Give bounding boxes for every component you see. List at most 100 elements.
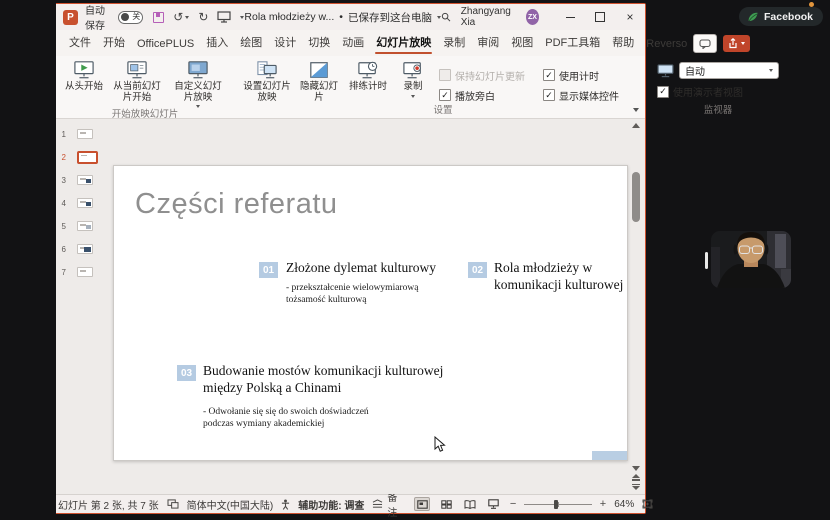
zoom-level[interactable]: 64% (614, 499, 634, 510)
tab-record[interactable]: 录制 (437, 34, 471, 56)
slideshow-view-button[interactable] (486, 497, 502, 511)
item-number-02[interactable]: 02 (468, 262, 487, 278)
minimize-button[interactable] (555, 4, 585, 30)
maximize-icon (595, 12, 605, 22)
autosave-control[interactable]: 自动保存 关 (85, 2, 143, 32)
accessibility-status[interactable]: 辅助功能: 调查 (298, 497, 364, 512)
custom-slideshow-button[interactable]: 自定义幻灯片放映 (167, 59, 229, 109)
monitor-dropdown[interactable]: 自动 (679, 62, 779, 79)
next-slide-button[interactable] (632, 484, 640, 491)
tab-home[interactable]: 开始 (97, 34, 131, 56)
language-indicator[interactable]: 简体中文(中国大陆) (187, 497, 274, 512)
checkbox-presenter-view[interactable]: 使用演示者视图 (657, 84, 779, 99)
search-icon[interactable] (441, 11, 451, 23)
redo-icon[interactable]: ↻ (198, 11, 208, 23)
tab-pdf-tools[interactable]: PDF工具箱 (539, 34, 606, 56)
autosave-toggle[interactable]: 关 (118, 11, 143, 24)
thumbnail-preview[interactable] (77, 151, 98, 164)
item-heading-03[interactable]: Budowanie mostów komunikacji kulturowej … (203, 363, 453, 396)
scrollbar-thumb[interactable] (632, 172, 640, 222)
item-heading-01[interactable]: Złożone dylemat kulturowy (286, 260, 456, 277)
thumbnail-preview[interactable] (77, 198, 93, 208)
rehearse-timings-button[interactable]: 排练计时 (343, 59, 393, 94)
slide-canvas[interactable]: Części referatu 01 Złożone dylemat kultu… (113, 165, 628, 461)
tab-officeplus[interactable]: OfficePLUS (131, 38, 200, 56)
window-controls: × (555, 4, 645, 30)
checkbox-icon (439, 89, 451, 101)
document-title: Rola młodzieży w... (244, 11, 334, 23)
checkbox-show-media-controls[interactable]: 显示媒体控件 (543, 88, 647, 103)
item-subtext-03[interactable]: - Odwołanie się się do swoich doświadcze… (203, 407, 393, 430)
normal-view-button[interactable] (414, 497, 430, 511)
tab-view[interactable]: 视图 (505, 34, 539, 56)
tab-reverso[interactable]: Reverso (640, 38, 693, 56)
custom-slideshow-dropdown-icon (196, 105, 200, 108)
slideshow-qat-icon[interactable] (217, 11, 231, 23)
item-number-03[interactable]: 03 (177, 365, 196, 381)
setup-slideshow-button[interactable]: 设置幻灯片放映 (239, 59, 295, 104)
thumbnail-preview[interactable] (77, 221, 93, 231)
comments-button[interactable] (693, 34, 717, 53)
slide-title[interactable]: Części referatu (135, 188, 338, 221)
tab-slideshow[interactable]: 幻灯片放映 (370, 34, 437, 56)
item-number-01[interactable]: 01 (259, 262, 278, 278)
close-button[interactable]: × (615, 4, 645, 30)
item-subtext-01[interactable]: - przekształcenie wielowymiarową tożsamo… (286, 283, 444, 306)
scroll-up-icon[interactable] (632, 123, 640, 128)
save-icon[interactable] (153, 12, 164, 23)
zoom-slider[interactable] (524, 504, 591, 505)
display-settings-icon[interactable] (167, 499, 179, 509)
zoom-out-button[interactable]: − (510, 499, 516, 510)
vertical-scrollbar[interactable] (629, 121, 642, 492)
monitor-icon (657, 64, 674, 78)
notification-dot (809, 2, 814, 7)
tab-transitions[interactable]: 切换 (302, 34, 336, 56)
tab-design[interactable]: 设计 (268, 34, 302, 56)
tab-review[interactable]: 审阅 (471, 34, 505, 56)
slide-sorter-icon (441, 500, 452, 509)
tab-file[interactable]: 文件 (63, 34, 97, 56)
record-button[interactable]: 录制 (393, 59, 433, 99)
tab-draw[interactable]: 绘图 (234, 34, 268, 56)
reading-view-button[interactable] (462, 497, 478, 511)
zoom-in-button[interactable]: + (600, 499, 606, 510)
checkbox-use-timings[interactable]: 使用计时 (543, 68, 647, 83)
webcam-drag-handle[interactable] (705, 252, 708, 269)
hide-slide-button[interactable]: 隐藏幻灯片 (295, 59, 343, 104)
maximize-button[interactable] (585, 4, 615, 30)
slide-sorter-view-button[interactable] (438, 497, 454, 511)
previous-slide-button[interactable] (632, 474, 640, 481)
zoom-slider-thumb[interactable] (554, 500, 558, 509)
webcam-overlay[interactable] (711, 231, 791, 288)
checkbox-icon (439, 69, 451, 81)
share-icon (728, 38, 738, 49)
item-heading-02[interactable]: Rola młodzieży w komunikacji kulturowej (494, 260, 644, 293)
tab-insert[interactable]: 插入 (200, 34, 234, 56)
facebook-button[interactable]: Facebook (739, 7, 823, 26)
collapse-ribbon-icon[interactable] (633, 108, 639, 112)
tab-animations[interactable]: 动画 (336, 34, 370, 56)
from-beginning-button[interactable]: 从头开始 (61, 59, 107, 94)
checkbox-keep-slides-updated[interactable]: 保持幻灯片更新 (439, 68, 543, 83)
thumbnail-preview[interactable] (77, 267, 93, 277)
checkbox-icon (543, 89, 555, 101)
avatar[interactable]: ZX (526, 9, 539, 25)
document-title-area[interactable]: Rola młodzieży w... • 已保存到这台电脑 (244, 10, 441, 25)
user-name[interactable]: Zhangyang Xia (461, 6, 516, 28)
fit-to-window-icon[interactable] (642, 499, 653, 509)
notes-icon (372, 499, 383, 509)
comment-icon (699, 39, 711, 49)
thumbnail-preview[interactable] (77, 129, 93, 139)
setup-slideshow-icon (256, 60, 278, 80)
undo-dropdown-icon[interactable] (185, 16, 189, 19)
checkbox-play-narrations[interactable]: 播放旁白 (439, 88, 543, 103)
share-button[interactable] (723, 35, 750, 52)
from-current-slide-button[interactable]: 从当前幻灯片开始 (107, 59, 167, 104)
scroll-down-icon[interactable] (632, 466, 640, 471)
undo-icon[interactable]: ↺ (173, 11, 183, 23)
tab-help[interactable]: 帮助 (606, 34, 640, 56)
custom-slideshow-icon (187, 60, 209, 80)
thumbnail-preview[interactable] (77, 175, 93, 185)
record-dropdown-icon (411, 95, 415, 98)
thumbnail-preview[interactable] (77, 244, 93, 254)
